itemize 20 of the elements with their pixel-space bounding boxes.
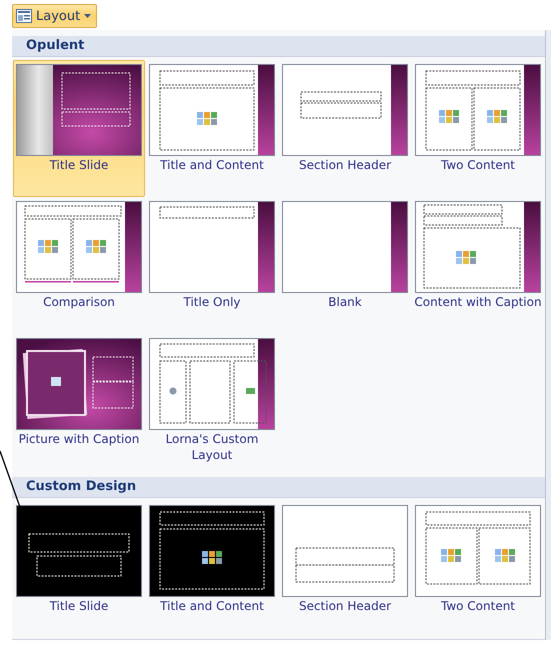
layout-option[interactable]: Content with Caption <box>412 197 544 334</box>
layout-option[interactable]: Lorna's Custom Layout <box>146 334 278 471</box>
section-header: Opulent <box>12 36 545 57</box>
layout-option[interactable]: Title and Content <box>146 60 278 197</box>
scrollbar[interactable] <box>545 30 551 640</box>
layout-option[interactable]: Title Slide <box>13 501 145 638</box>
caret-icon <box>84 14 92 18</box>
layout-option[interactable]: Title Only <box>146 197 278 334</box>
layout-option[interactable]: Section Header <box>279 60 411 197</box>
layout-option[interactable]: Blank <box>279 197 411 334</box>
layout-option[interactable]: Title and Content <box>146 501 278 638</box>
layout-icon <box>16 9 32 23</box>
layout-option[interactable]: Picture with Caption <box>13 334 145 471</box>
layout-button[interactable]: Layout <box>12 4 98 28</box>
layout-option[interactable]: Two Content <box>412 60 544 197</box>
layout-option[interactable]: Comparison <box>13 197 145 334</box>
layout-option[interactable]: Two Content <box>412 501 544 638</box>
section-header: Custom Design <box>12 477 545 498</box>
layout-option[interactable]: Section Header <box>279 501 411 638</box>
layout-option[interactable]: Title Slide <box>13 60 145 197</box>
